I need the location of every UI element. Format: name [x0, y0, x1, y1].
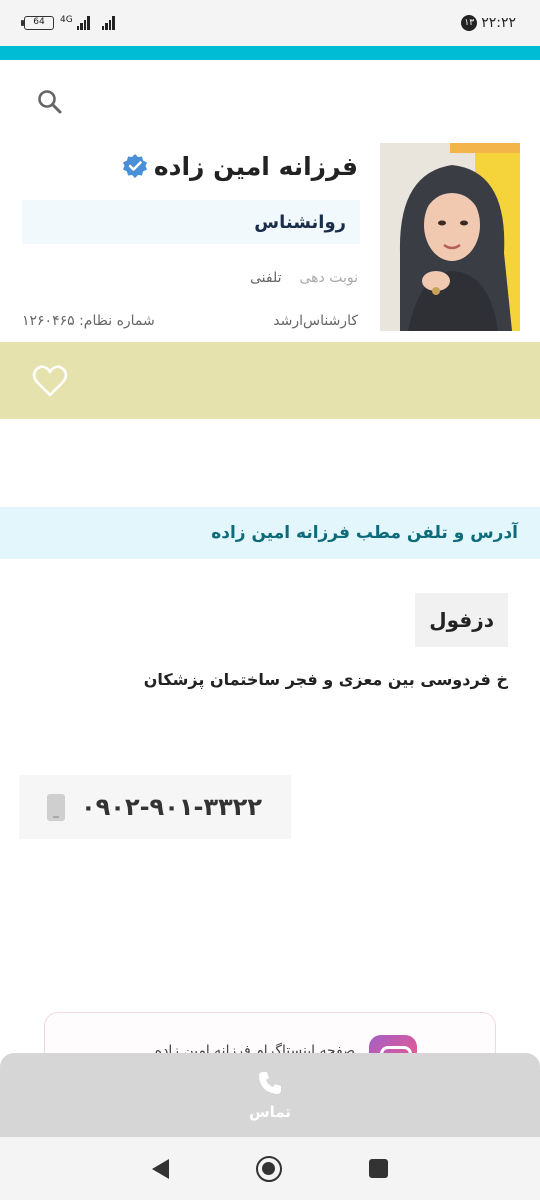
address-text: خ فردوسی بین معزی و فجر ساختمان پزشکان — [143, 670, 508, 689]
call-icon — [259, 1072, 281, 1094]
license-label: شماره نظام: — [79, 313, 155, 329]
degree-label: کارشناس‌ارشد — [273, 313, 358, 329]
signal-icon-2 — [101, 16, 115, 30]
specialty-box: روانشناس — [22, 200, 360, 244]
favorite-button[interactable] — [32, 364, 68, 398]
system-nav-bar — [0, 1137, 540, 1200]
home-icon[interactable] — [255, 1155, 282, 1182]
notification-badge: ۱۳ — [461, 15, 478, 31]
call-label: تماس — [248, 1103, 292, 1121]
address-section-title: آدرس و تلفن مطب فرزانه امین زاده — [211, 523, 518, 543]
status-right: ۱۳ ۲۲:۲۲ — [461, 15, 516, 31]
status-left: 64 4G — [21, 15, 115, 30]
signal-icon — [76, 16, 90, 30]
address-section-header: آدرس و تلفن مطب فرزانه امین زاده — [0, 507, 540, 559]
search-button[interactable] — [36, 88, 64, 116]
doctor-name-row: فرزانه امین زاده — [122, 146, 358, 186]
city-box: دزفول — [415, 593, 508, 647]
phone-button[interactable]: ۰۹۰۲-۹۰۱-۳۳۲۲ — [19, 775, 291, 839]
booking-type: تلفنی — [249, 270, 282, 286]
profile-photo — [380, 143, 520, 331]
call-button[interactable]: تماس — [0, 1053, 540, 1137]
header-accent-strip — [0, 46, 540, 60]
city-name: دزفول — [429, 608, 494, 632]
status-time: ۲۲:۲۲ — [481, 15, 516, 31]
recents-icon[interactable] — [369, 1159, 389, 1178]
license-info: شماره نظام: ۱۲۶۰۴۶۵ — [22, 313, 155, 329]
heart-icon — [32, 365, 68, 397]
search-icon — [38, 90, 62, 114]
network-type: 4G — [60, 15, 73, 25]
favorite-band — [0, 342, 540, 419]
specialty-label: روانشناس — [254, 211, 346, 233]
phone-number: ۰۹۰۲-۹۰۱-۳۳۲۲ — [81, 793, 263, 821]
back-icon[interactable] — [151, 1158, 169, 1179]
verified-icon — [122, 154, 147, 178]
battery-icon: 64 — [21, 16, 54, 30]
booking-label: نوبت دهی — [299, 270, 358, 286]
license-number: ۱۲۶۰۴۶۵ — [22, 313, 75, 329]
booking-info: نوبت دهی تلفنی — [250, 270, 358, 286]
status-bar: 64 4G ۱۳ ۲۲:۲۲ — [0, 0, 540, 46]
doctor-name: فرزانه امین زاده — [153, 151, 358, 181]
phone-icon — [47, 793, 65, 821]
